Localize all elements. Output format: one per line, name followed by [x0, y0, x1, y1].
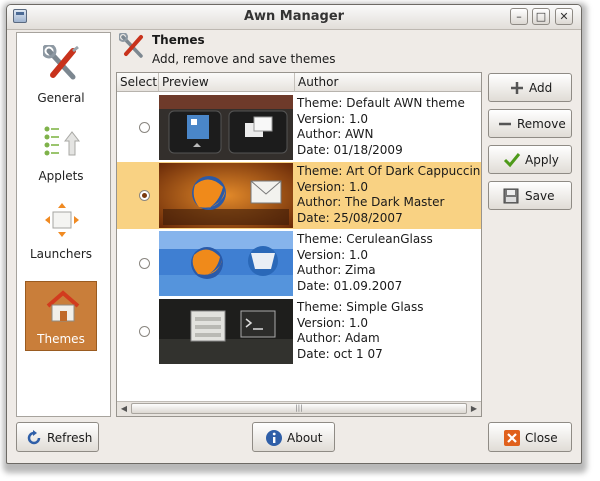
theme-info: Theme: CeruleanGlass Version: 1.0 Author… [297, 232, 481, 294]
theme-name: Theme: Art Of Dark Cappuccino [297, 164, 482, 178]
select-radio[interactable] [139, 122, 150, 133]
refresh-icon [27, 430, 41, 445]
close-icon [504, 430, 520, 446]
scroll-right-icon[interactable]: ▶ [468, 403, 480, 414]
theme-name: Theme: Simple Glass [297, 300, 424, 314]
minus-icon [499, 122, 511, 126]
select-radio[interactable] [139, 190, 150, 201]
theme-name: Theme: Default AWN theme [297, 96, 465, 110]
sidebar-item-label: Themes [37, 332, 85, 346]
info-icon [266, 430, 282, 446]
close-button[interactable]: Close [488, 422, 572, 452]
theme-preview-simple-glass [159, 299, 293, 364]
theme-info: Theme: Simple Glass Version: 1.0 Author:… [297, 300, 481, 362]
sidebar-item-label: General [37, 91, 85, 105]
column-header-select[interactable]: Select [117, 73, 159, 92]
theme-version: Version: 1.0 [297, 315, 369, 330]
tools-icon [43, 45, 79, 80]
refresh-label: Refresh [47, 431, 93, 445]
theme-version: Version: 1.0 [297, 247, 369, 262]
add-label: Add [529, 81, 553, 95]
select-radio[interactable] [139, 258, 150, 269]
scrollbar-thumb[interactable]: ||| [131, 403, 467, 414]
theme-name: Theme: CeruleanGlass [297, 232, 433, 246]
theme-author: Author: Adam [297, 331, 380, 345]
theme-info: Theme: Default AWN theme Version: 1.0 Au… [297, 96, 481, 158]
theme-author: Author: Zima [297, 263, 376, 277]
sidebar-item-applets[interactable]: Applets [25, 117, 97, 187]
apply-button[interactable]: Apply [488, 145, 572, 174]
close-window-button[interactable]: ✕ [555, 8, 573, 25]
add-button[interactable]: Add [488, 73, 572, 102]
save-button[interactable]: Save [488, 181, 572, 210]
theme-author: Author: AWN [297, 127, 374, 141]
table-row[interactable]: Theme: Art Of Dark Cappuccino Version: 1… [117, 162, 481, 229]
refresh-button[interactable]: Refresh [16, 422, 99, 452]
home-icon [46, 290, 80, 322]
sidebar-item-general[interactable]: General [25, 39, 97, 109]
applets-icon [44, 126, 81, 156]
about-button[interactable]: About [252, 422, 335, 452]
about-label: About [287, 431, 323, 445]
theme-author: Author: The Dark Master [297, 195, 445, 209]
scroll-left-icon[interactable]: ◀ [118, 403, 130, 414]
floppy-disk-icon [503, 188, 519, 204]
minimize-button[interactable]: – [510, 8, 528, 25]
column-header-author[interactable]: Author [295, 73, 481, 92]
save-label: Save [525, 189, 555, 203]
theme-version: Version: 1.0 [297, 111, 369, 126]
launchers-icon [45, 203, 79, 237]
tools-icon [119, 33, 143, 58]
remove-button[interactable]: Remove [488, 109, 572, 138]
maximize-button[interactable]: □ [532, 8, 550, 25]
theme-date: Date: 25/08/2007 [297, 210, 403, 225]
close-label: Close [525, 431, 558, 445]
remove-label: Remove [517, 117, 566, 131]
theme-date: Date: 01/18/2009 [297, 142, 403, 157]
sidebar-item-label: Launchers [29, 247, 93, 261]
apply-label: Apply [525, 153, 559, 167]
awn-manager-window: Awn Manager – □ ✕ General Applets Launch… [6, 4, 582, 464]
column-header-preview[interactable]: Preview [159, 73, 295, 92]
checkmark-icon [503, 153, 521, 168]
page-title: Themes [152, 33, 205, 47]
themes-list: Select Preview Author Theme: Default AWN… [116, 72, 482, 417]
theme-preview-default-awn [159, 95, 293, 160]
horizontal-scrollbar[interactable]: ◀ ||| ▶ [117, 401, 481, 416]
sidebar: General Applets Launchers Themes [16, 32, 111, 417]
theme-date: Date: 01.09.2007 [297, 278, 403, 293]
theme-preview-ceruleanglass [159, 231, 293, 296]
table-row[interactable]: Theme: Simple Glass Version: 1.0 Author:… [117, 298, 481, 365]
sidebar-item-launchers[interactable]: Launchers [25, 195, 97, 265]
theme-preview-dark-cappuccino [159, 163, 293, 228]
sidebar-item-themes[interactable]: Themes [25, 281, 97, 351]
theme-date: Date: oct 1 07 [297, 346, 383, 361]
table-row[interactable]: Theme: CeruleanGlass Version: 1.0 Author… [117, 230, 481, 297]
window-title: Awn Manager [243, 9, 345, 24]
sidebar-item-label: Applets [38, 169, 84, 183]
select-radio[interactable] [139, 326, 150, 337]
theme-version: Version: 1.0 [297, 179, 369, 194]
page-subtitle: Add, remove and save themes [152, 52, 336, 66]
theme-info: Theme: Art Of Dark Cappuccino Version: 1… [297, 164, 482, 226]
plus-icon [511, 82, 523, 94]
title-bar[interactable]: Awn Manager – □ ✕ [7, 5, 581, 30]
table-row[interactable]: Theme: Default AWN theme Version: 1.0 Au… [117, 94, 481, 161]
